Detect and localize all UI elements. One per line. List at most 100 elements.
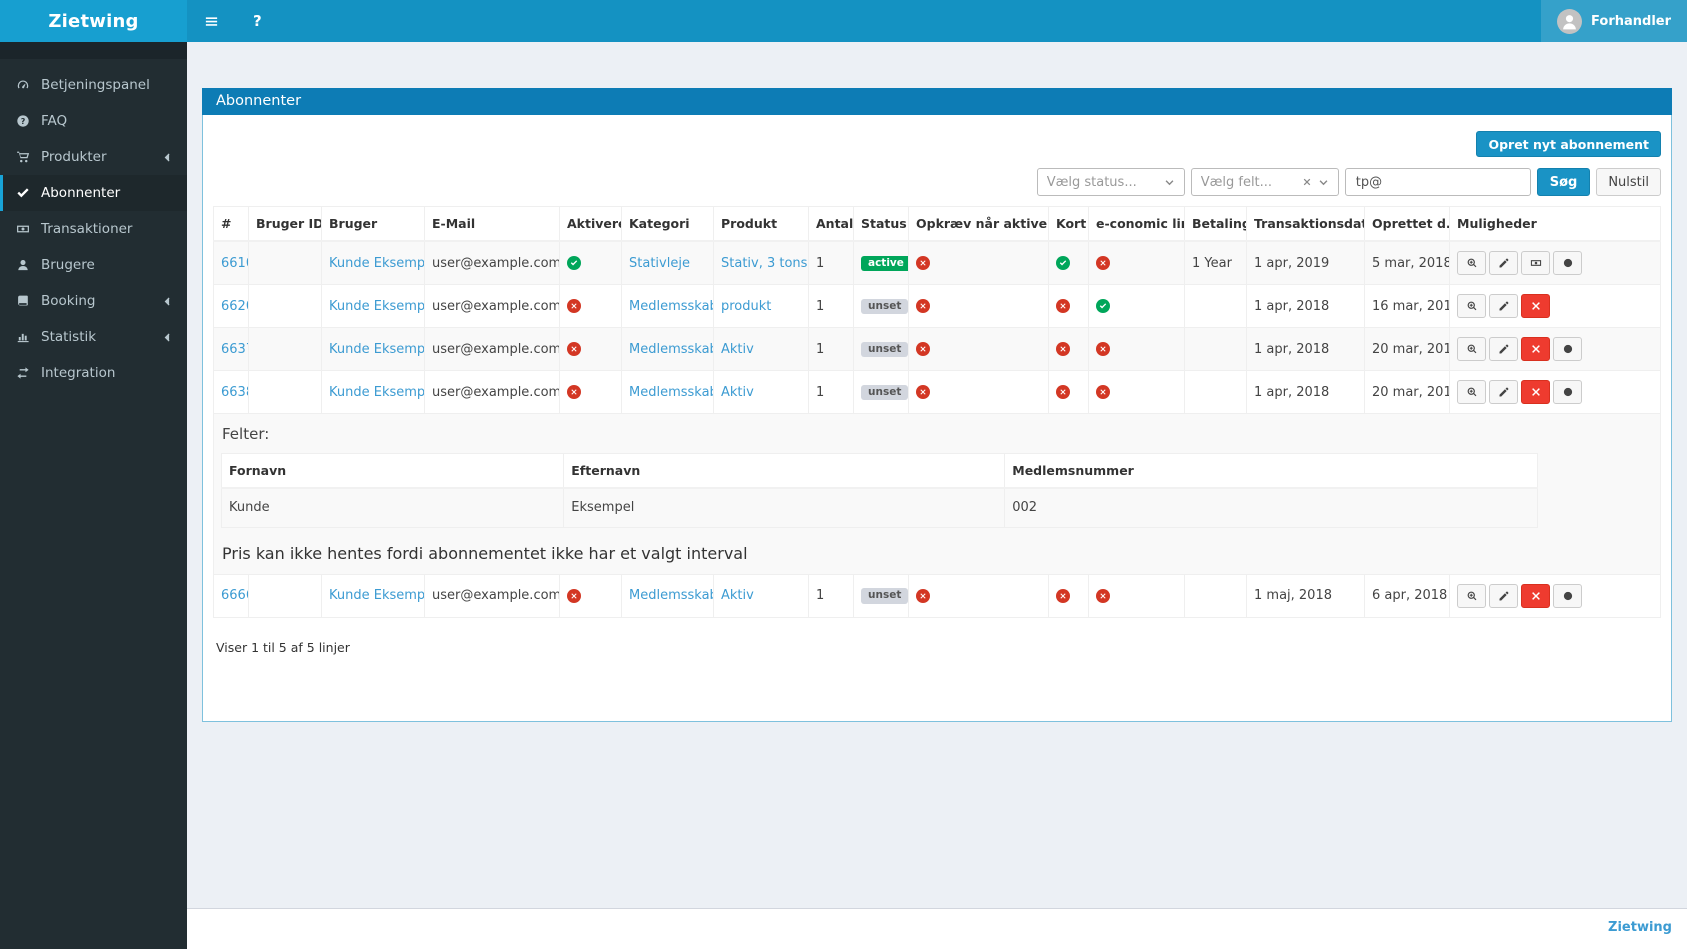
banknote-icon bbox=[1530, 257, 1542, 269]
field-select[interactable]: Vælg felt... bbox=[1190, 168, 1339, 196]
cross-circle-icon bbox=[1096, 256, 1110, 270]
felter-label: Felter: bbox=[222, 425, 270, 443]
status-badge: active bbox=[861, 255, 908, 272]
column-header: Betaling bbox=[1184, 206, 1247, 242]
bar-chart-icon bbox=[15, 330, 31, 344]
sidebar-header-strip bbox=[0, 42, 187, 59]
banknote-icon bbox=[15, 222, 31, 236]
table-row: 6638 Kunde Eksempeluser@example.com Medlem… bbox=[213, 370, 1661, 414]
sidebar-item-booking[interactable]: Booking bbox=[0, 283, 187, 319]
category-link[interactable]: Medlemsskab bbox=[629, 385, 713, 400]
product-link[interactable]: Stativ, 3 tons bbox=[721, 256, 807, 271]
felter-value: Kunde bbox=[220, 487, 565, 528]
cancel-button[interactable] bbox=[1553, 583, 1582, 608]
user-id-cell bbox=[248, 240, 322, 285]
user-link[interactable]: Kunde Eksempel bbox=[329, 588, 424, 603]
category-link[interactable]: Medlemsskab bbox=[629, 342, 713, 357]
sidebar-toggle-button[interactable] bbox=[187, 0, 236, 42]
user-menu[interactable]: Forhandler bbox=[1541, 0, 1687, 42]
question-circle-icon: ? bbox=[15, 114, 31, 128]
view-button[interactable] bbox=[1457, 294, 1486, 318]
sidebar-item-faq[interactable]: ? FAQ bbox=[0, 103, 187, 139]
category-link[interactable]: Medlemsskab bbox=[629, 299, 713, 314]
sidebar-item-brugere[interactable]: Brugere bbox=[0, 247, 187, 283]
delete-button[interactable] bbox=[1521, 337, 1550, 361]
table-row: 6610 Kunde Eksempeluser@example.com Stativ… bbox=[213, 240, 1661, 285]
product-link[interactable]: Aktiv bbox=[721, 588, 754, 603]
view-button[interactable] bbox=[1457, 251, 1486, 275]
edit-button[interactable] bbox=[1489, 294, 1518, 318]
delete-button[interactable] bbox=[1521, 583, 1550, 608]
sidebar-item-betjeningspanel[interactable]: Betjeningspanel bbox=[0, 67, 187, 103]
help-button[interactable]: ? bbox=[236, 0, 279, 42]
actions-cell bbox=[1449, 573, 1661, 618]
delete-button[interactable] bbox=[1521, 380, 1550, 404]
subscription-id-link[interactable]: 6638 bbox=[221, 385, 248, 400]
edit-button[interactable] bbox=[1489, 583, 1518, 608]
quantity-cell: 1 bbox=[808, 284, 854, 328]
table-row: 6637 Kunde Eksempeluser@example.com Medlem… bbox=[213, 327, 1661, 371]
edit-button[interactable] bbox=[1489, 337, 1518, 361]
column-header: e-conomic link bbox=[1088, 206, 1185, 242]
status-badge: unset bbox=[861, 341, 908, 358]
cross-circle-icon bbox=[916, 256, 930, 270]
status-select[interactable]: Vælg status... bbox=[1036, 168, 1185, 196]
cross-circle-icon bbox=[567, 588, 581, 603]
felter-table: Fornavn Efternavn Medlemsnummer Kunde Eksemp… bbox=[220, 453, 1539, 528]
panel-body: Opret nyt abonnement Vælg status... Vælg… bbox=[203, 115, 1671, 721]
payment-button[interactable] bbox=[1521, 251, 1550, 275]
payment-cell bbox=[1184, 370, 1247, 414]
sidebar-menu: Betjeningspanel? FAQ Produkter Abonnenter Tr… bbox=[0, 59, 187, 391]
create-subscription-button[interactable]: Opret nyt abonnement bbox=[1476, 131, 1661, 157]
subscription-id-link[interactable]: 6620 bbox=[221, 299, 248, 314]
subscription-id-link[interactable]: 6637 bbox=[221, 342, 248, 357]
user-icon bbox=[15, 258, 31, 272]
view-button[interactable] bbox=[1457, 583, 1486, 608]
search-button[interactable]: Søg bbox=[1536, 168, 1591, 196]
quantity-cell: 1 bbox=[808, 240, 854, 285]
cross-circle-icon bbox=[916, 385, 930, 399]
product-link[interactable]: Aktiv bbox=[721, 342, 754, 357]
sidebar-item-integration[interactable]: Integration bbox=[0, 355, 187, 391]
clear-icon[interactable] bbox=[1302, 177, 1312, 187]
reset-button[interactable]: Nulstil bbox=[1596, 168, 1661, 196]
column-header: Status bbox=[853, 206, 909, 242]
delete-button[interactable] bbox=[1521, 294, 1550, 318]
cancel-button[interactable] bbox=[1553, 251, 1582, 275]
subscription-id-link[interactable]: 6666 bbox=[221, 588, 248, 603]
sidebar-item-abonnenter[interactable]: Abonnenter bbox=[0, 175, 187, 211]
sidebar-item-statistik[interactable]: Statistik bbox=[0, 319, 187, 355]
pencil-icon bbox=[1498, 300, 1510, 312]
edit-button[interactable] bbox=[1489, 380, 1518, 404]
user-link[interactable]: Kunde Eksempel bbox=[329, 256, 424, 271]
brand-logo[interactable]: Zietwing bbox=[0, 0, 187, 42]
view-button[interactable] bbox=[1457, 380, 1486, 404]
subscription-id-link[interactable]: 6610 bbox=[221, 256, 248, 271]
column-header: Antal bbox=[808, 206, 854, 242]
user-link[interactable]: Kunde Eksempel bbox=[329, 385, 424, 400]
payment-cell bbox=[1184, 573, 1247, 618]
transaction-date-cell: 1 apr, 2019 bbox=[1246, 240, 1365, 285]
user-link[interactable]: Kunde Eksempel bbox=[329, 342, 424, 357]
edit-button[interactable] bbox=[1489, 251, 1518, 275]
filter-bar: Vælg status... Vælg felt... tp@ Søg Nuls… bbox=[213, 168, 1661, 196]
hamburger-icon bbox=[205, 16, 218, 26]
cross-circle-icon bbox=[1096, 385, 1110, 399]
category-link[interactable]: Stativleje bbox=[629, 256, 690, 271]
avatar bbox=[1557, 8, 1583, 34]
actions-cell bbox=[1449, 284, 1661, 328]
column-header: Kategori bbox=[621, 206, 714, 242]
view-button[interactable] bbox=[1457, 337, 1486, 361]
product-link[interactable]: produkt bbox=[721, 299, 771, 314]
sidebar-item-transaktioner[interactable]: Transaktioner bbox=[0, 211, 187, 247]
user-link[interactable]: Kunde Eksempel bbox=[329, 299, 424, 314]
footer-brand-link[interactable]: Zietwing bbox=[1608, 920, 1672, 935]
ban-icon bbox=[1562, 343, 1574, 355]
category-link[interactable]: Medlemsskab bbox=[629, 588, 713, 603]
search-input[interactable] bbox=[1344, 168, 1531, 196]
cancel-button[interactable] bbox=[1553, 380, 1582, 404]
cross-icon bbox=[1530, 590, 1542, 602]
cancel-button[interactable] bbox=[1553, 337, 1582, 361]
product-link[interactable]: Aktiv bbox=[721, 385, 754, 400]
sidebar-item-produkter[interactable]: Produkter bbox=[0, 139, 187, 175]
